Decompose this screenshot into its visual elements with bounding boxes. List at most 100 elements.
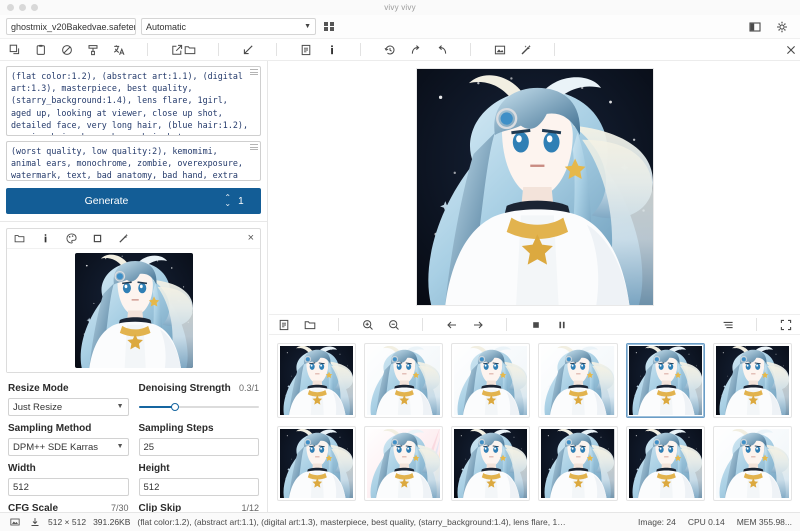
gallery-grid (277, 343, 792, 501)
brush-icon[interactable] (86, 43, 99, 56)
height-input[interactable]: 512 (139, 478, 260, 496)
stepper-arrows-icon[interactable]: ⌃⌄ (224, 195, 231, 207)
palette-icon[interactable] (65, 232, 78, 245)
resize-mode-field: Resize Mode Just Resize ▼ (8, 383, 129, 416)
folder-open-icon[interactable] (13, 232, 26, 245)
chevron-down-icon: ▼ (117, 403, 124, 410)
status-metrics: Image: 24 CPU 0.14 MEM 355.98... (638, 517, 792, 527)
settings-row-1: Resize Mode Just Resize ▼ Denoising Stre… (8, 383, 259, 416)
sampling-method-select[interactable]: DPM++ SDE Karras ▼ (8, 438, 129, 456)
negative-prompt-text: (worst quality, low quality:2), kemomimi… (11, 146, 243, 181)
paste-icon[interactable] (34, 43, 47, 56)
image-count: Image: 24 (638, 517, 676, 527)
source-image-preview[interactable] (75, 253, 193, 368)
settings-row-4: CFG Scale 7/30 Clip Skip 1/12 (8, 503, 259, 512)
gear-icon[interactable] (775, 20, 788, 33)
panel-toggle-icon[interactable] (748, 20, 761, 33)
source-image-toolbar: × (7, 229, 260, 249)
generate-row: Generate ⌃⌄ 1 (6, 188, 261, 214)
import-arrow-icon[interactable] (241, 43, 254, 56)
edit-external-icon[interactable] (170, 43, 183, 56)
close-icon[interactable]: × (248, 233, 254, 244)
cfg-scale-field: CFG Scale 7/30 (8, 503, 129, 512)
download-icon[interactable] (28, 516, 41, 529)
batch-count-stepper[interactable]: ⌃⌄ 1 (207, 188, 261, 214)
gallery-thumbnail[interactable] (626, 343, 705, 418)
positive-prompt-input[interactable]: (flat color:1.2), (abstract art:1.1), (d… (6, 66, 261, 136)
image-icon[interactable] (8, 516, 21, 529)
vae-select-value: Automatic (146, 22, 186, 32)
page-info-icon[interactable] (299, 43, 312, 56)
sampling-method-field: Sampling Method DPM++ SDE Karras ▼ (8, 423, 129, 456)
gallery-thumbnail[interactable] (626, 426, 705, 501)
gallery-thumbnail[interactable] (451, 343, 530, 418)
toolbar-divider (147, 43, 148, 56)
image-tag-icon[interactable] (493, 43, 506, 56)
gallery-thumbnail[interactable] (713, 343, 792, 418)
resize-grip-icon[interactable] (250, 69, 258, 74)
close-icon[interactable] (784, 43, 797, 56)
zoom-in-icon[interactable] (361, 318, 374, 331)
sort-icon[interactable] (721, 318, 734, 331)
folder-open-icon[interactable] (183, 43, 196, 56)
sampling-steps-value: 25 (144, 442, 155, 453)
magic-wand-icon[interactable] (519, 43, 532, 56)
translate-icon[interactable] (112, 43, 125, 56)
generation-settings: Resize Mode Just Resize ▼ Denoising Stre… (0, 373, 267, 512)
slider-track (139, 406, 260, 408)
info-icon[interactable] (39, 232, 52, 245)
stop-icon[interactable] (529, 318, 542, 331)
undo-icon[interactable] (435, 43, 448, 56)
batch-count-value: 1 (238, 196, 244, 207)
gallery-thumbnail[interactable] (538, 343, 617, 418)
gallery-thumbnail[interactable] (277, 343, 356, 418)
folder-open-icon[interactable] (303, 318, 316, 331)
toolbar-divider (506, 318, 507, 331)
gallery-thumbnail[interactable] (451, 426, 530, 501)
cpu-usage: CPU 0.14 (688, 517, 725, 527)
cfg-scale-label: CFG Scale 7/30 (8, 503, 129, 512)
source-image-panel: × (6, 228, 261, 373)
gallery-thumbnail[interactable] (277, 426, 356, 501)
main-panel (269, 61, 800, 512)
pause-icon[interactable] (555, 318, 568, 331)
redo-icon[interactable] (409, 43, 422, 56)
status-prompt-text: (flat color:1.2), (abstract art:1.1), (d… (137, 517, 567, 527)
arrow-right-icon[interactable] (471, 318, 484, 331)
slider-knob[interactable] (171, 403, 179, 411)
eraser-icon[interactable] (60, 43, 73, 56)
window-titlebar: vivy vivy (0, 0, 800, 15)
page-info-icon[interactable] (277, 318, 290, 331)
toolbar-divider (756, 318, 757, 331)
width-input[interactable]: 512 (8, 478, 129, 496)
gallery-toolbar-right (721, 318, 792, 331)
resize-mode-label: Resize Mode (8, 383, 129, 394)
toolbar-divider (218, 43, 219, 56)
gallery-thumbnail[interactable] (538, 426, 617, 501)
info-icon[interactable] (325, 43, 338, 56)
model-select[interactable]: ghostmix_v20Bakedvae.safetens ▼ (6, 18, 136, 35)
zoom-out-icon[interactable] (387, 318, 400, 331)
negative-prompt-input[interactable]: (worst quality, low quality:2), kemomimi… (6, 141, 261, 181)
crop-icon[interactable] (91, 232, 104, 245)
history-icon[interactable] (383, 43, 396, 56)
gallery-thumbnail[interactable] (713, 426, 792, 501)
arrow-left-icon[interactable] (445, 318, 458, 331)
copy-icon[interactable] (8, 43, 21, 56)
resize-mode-select[interactable]: Just Resize ▼ (8, 398, 129, 416)
denoising-strength-slider[interactable] (139, 398, 260, 416)
chevron-down-icon: ▼ (299, 23, 311, 30)
width-value: 512 (13, 482, 29, 493)
expand-icon[interactable] (779, 318, 792, 331)
sampling-steps-input[interactable]: 25 (139, 438, 260, 456)
sampling-method-value: DPM++ SDE Karras (13, 442, 98, 453)
vae-select[interactable]: Automatic ▼ (141, 18, 316, 35)
magic-wand-icon[interactable] (117, 232, 130, 245)
generate-button[interactable]: Generate (6, 188, 207, 214)
resize-grip-icon[interactable] (250, 144, 258, 149)
grid-view-icon[interactable] (324, 22, 334, 32)
denoising-strength-label-text: Denoising Strength (139, 383, 231, 394)
gallery-thumbnail[interactable] (364, 343, 443, 418)
gallery-thumbnail[interactable] (364, 426, 443, 501)
main-preview-image[interactable] (416, 68, 654, 306)
